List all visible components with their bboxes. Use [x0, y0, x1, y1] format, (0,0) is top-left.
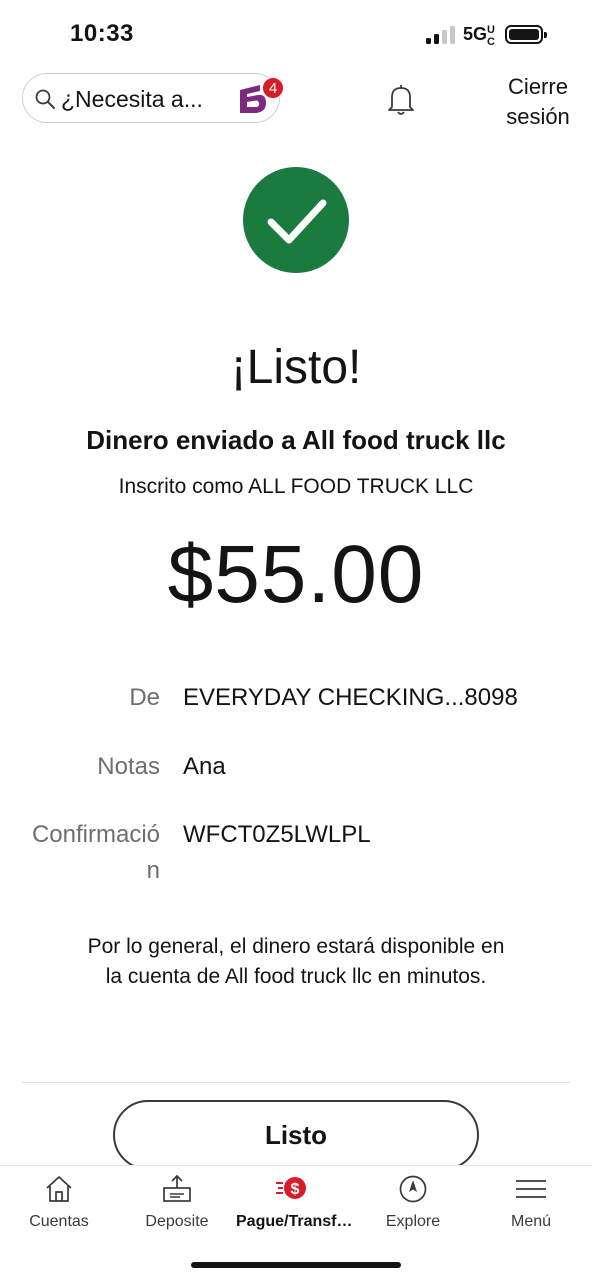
deposit-icon — [163, 1174, 191, 1202]
success-check-icon — [243, 167, 349, 273]
menu-icon — [516, 1180, 546, 1198]
pay-transfer-icon: $ — [276, 1177, 306, 1199]
registered-name: Inscrito como ALL FOOD TRUCK LLC — [118, 475, 474, 498]
confirmation-number: WFCT0Z5LWLPL — [183, 821, 371, 848]
nav-item-menu[interactable]: Menú — [472, 1166, 590, 1241]
availability-note: Por lo general, el dinero estará disponi… — [87, 935, 505, 988]
home-icon — [46, 1176, 72, 1202]
notes-value: Ana — [183, 753, 226, 780]
nav-item-deposit[interactable]: Deposite — [118, 1166, 236, 1241]
compass-icon — [399, 1175, 427, 1203]
logout-button[interactable]: Cierre sesión — [498, 72, 578, 132]
home-indicator — [191, 1262, 401, 1268]
search-icon — [35, 89, 55, 109]
signal-icon — [426, 26, 458, 44]
divider — [22, 1082, 570, 1083]
confirmation-label: Confirmación — [31, 821, 160, 884]
nav-label: Deposite — [145, 1213, 209, 1230]
amount: $55.00 — [167, 529, 425, 620]
nav-label: Pague/Transfiera — [236, 1213, 354, 1230]
svg-text:$: $ — [291, 1181, 300, 1198]
notes-label: Notas — [97, 753, 160, 780]
status-bar: 10:33 5GUC — [0, 0, 592, 70]
network-indicator: 5GUC — [463, 24, 495, 48]
nav-item-explore[interactable]: Explore — [354, 1166, 472, 1241]
search-placeholder: ¿Necesita a... — [61, 86, 203, 112]
from-account: EVERYDAY CHECKING...8098 — [183, 684, 518, 711]
page-title: ¡Listo! — [230, 341, 362, 394]
done-button[interactable]: Listo — [113, 1100, 479, 1170]
from-label: De — [129, 684, 160, 711]
nav-label: Menú — [510, 1213, 552, 1230]
recipient-heading: Dinero enviado a All food truck llc — [86, 425, 506, 455]
nav-item-accounts[interactable]: Cuentas — [0, 1166, 118, 1241]
nav-item-pay-transfer[interactable]: $ Pague/Transfiera — [236, 1166, 354, 1241]
status-time: 10:33 — [70, 20, 134, 47]
nav-label: Cuentas — [29, 1213, 89, 1230]
battery-icon — [505, 25, 547, 44]
nav-label: Explore — [385, 1213, 441, 1230]
notification-count-badge: 4 — [262, 77, 284, 99]
bell-icon[interactable] — [386, 83, 416, 117]
